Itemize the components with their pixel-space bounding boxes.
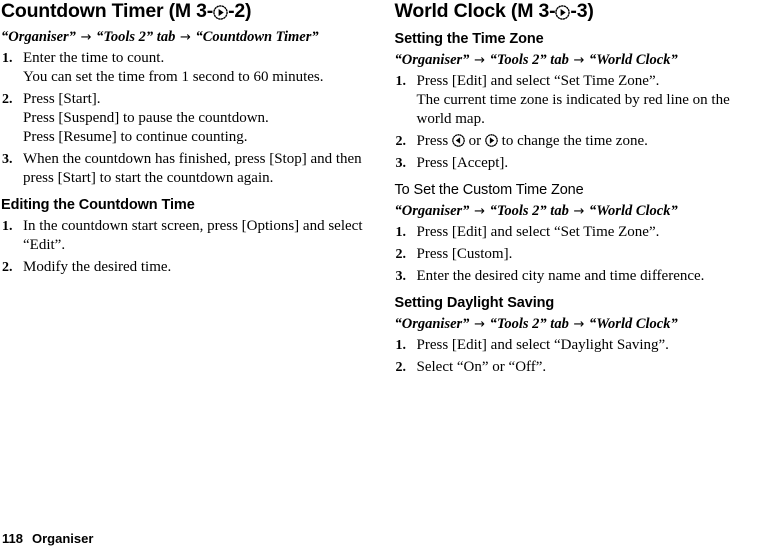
breadcrumb-part-3: “World Clock”	[588, 316, 678, 332]
step-number: 3.	[395, 156, 407, 171]
countdown-timer-steps: 1. Enter the time to count. You can set …	[1, 49, 371, 188]
step-text-after: to change the time zone.	[501, 133, 648, 149]
section-heading-setting-daylight-saving: Setting Daylight Saving	[394, 295, 555, 311]
step-number: 3.	[395, 269, 407, 284]
footer-section-name: Organiser	[31, 531, 94, 546]
step-text: Press [Edit] and select “Set Time Zone”.	[416, 73, 660, 89]
step-text: In the countdown start screen, press [Op…	[23, 218, 363, 253]
manual-page: Countdown Timer (M 3- -2) “Organiser” → …	[0, 0, 764, 552]
breadcrumb-arrow-icon: →	[474, 204, 485, 219]
breadcrumb-part-3: “Countdown Timer”	[195, 29, 319, 45]
breadcrumb-arrow-icon: →	[573, 204, 585, 219]
list-item: 1. Enter the time to count. You can set …	[1, 49, 371, 87]
step-note: The current time zone is indicated by re…	[416, 92, 730, 127]
breadcrumb-part-2: “Tools 2” tab	[489, 203, 569, 219]
breadcrumb-part-2: “Tools 2” tab	[489, 316, 569, 332]
step-text: Press [Accept].	[416, 155, 509, 171]
step-text-before: Press	[416, 133, 449, 149]
list-item: 3. Enter the desired city name and time …	[395, 267, 764, 286]
step-number: 2.	[2, 92, 13, 107]
section-heading-editing-countdown-time: Editing the Countdown Time	[1, 197, 195, 213]
page-title-countdown-timer: Countdown Timer (M 3- -2)	[1, 0, 371, 22]
step-text: When the countdown has finished, press […	[23, 151, 362, 186]
breadcrumb-world-clock-2: “Organiser” → “Tools 2” tab → “World Clo…	[395, 202, 764, 221]
step-number: 2.	[395, 247, 407, 262]
list-item: 2. Press [Custom].	[395, 245, 764, 264]
breadcrumb-world-clock-3: “Organiser” → “Tools 2” tab → “World Clo…	[395, 315, 764, 334]
breadcrumb-part-3: “World Clock”	[588, 203, 678, 219]
breadcrumb-part-1: “Organiser”	[1, 29, 76, 45]
step-text: Press [Edit] and select “Set Time Zone”.	[416, 224, 660, 240]
left-direction-key-icon	[452, 134, 465, 147]
step-note: Press [Suspend] to pause the countdown.	[23, 110, 269, 126]
breadcrumb-part-1: “Organiser”	[394, 52, 470, 68]
setting-time-zone-steps: 1. Press [Edit] and select “Set Time Zon…	[395, 72, 764, 173]
list-item: 2. Modify the desired time.	[1, 258, 371, 277]
page-footer: 118 Organiser	[2, 531, 93, 547]
page-title-suffix: -2)	[228, 0, 252, 22]
step-number: 2.	[395, 360, 407, 375]
two-column-body: Countdown Timer (M 3- -2) “Organiser” → …	[0, 0, 764, 377]
editing-countdown-time-steps: 1. In the countdown start screen, press …	[1, 217, 371, 277]
breadcrumb-arrow-icon: →	[573, 53, 585, 68]
section-heading-setting-the-time-zone: Setting the Time Zone	[394, 31, 544, 47]
breadcrumb-part-2: “Tools 2” tab	[96, 29, 176, 45]
list-item: 1. Press [Edit] and select “Set Time Zon…	[395, 72, 764, 129]
breadcrumb-arrow-icon: →	[474, 317, 485, 332]
step-number: 1.	[395, 225, 407, 240]
step-text: Press [Custom].	[416, 246, 513, 262]
list-item: 1. Press [Edit] and select “Daylight Sav…	[395, 336, 764, 355]
breadcrumb-arrow-icon: →	[474, 53, 485, 68]
footer-page-number: 118	[2, 531, 23, 546]
breadcrumb-part-3: “World Clock”	[588, 52, 678, 68]
list-item: 3. When the countdown has finished, pres…	[1, 150, 371, 188]
list-item: 1. In the countdown start screen, press …	[1, 217, 371, 255]
step-text: Select “On” or “Off”.	[416, 359, 547, 375]
step-text: Press [Start].	[23, 91, 101, 107]
page-title-prefix: World Clock (M 3-	[394, 0, 556, 22]
breadcrumb-part-1: “Organiser”	[394, 316, 470, 332]
list-item: 2. Select “On” or “Off”.	[395, 358, 764, 377]
step-text: Modify the desired time.	[23, 259, 172, 275]
page-title-prefix: Countdown Timer (M 3-	[1, 0, 214, 22]
step-text: Press [Edit] and select “Daylight Saving…	[416, 337, 669, 353]
step-number: 3.	[2, 152, 13, 167]
list-item: 2. Press [Start]. Press [Suspend] to pau…	[1, 90, 371, 147]
breadcrumb-arrow-icon: →	[80, 30, 92, 45]
list-item: 3. Press [Accept].	[395, 154, 764, 173]
breadcrumb-part-1: “Organiser”	[394, 203, 470, 219]
breadcrumb-part-2: “Tools 2” tab	[489, 52, 569, 68]
step-number: 1.	[2, 51, 13, 66]
right-column: World Clock (M 3- -3) Setting the Time Z…	[395, 0, 764, 377]
page-title-suffix: -3)	[570, 0, 594, 22]
custom-time-zone-steps: 1. Press [Edit] and select “Set Time Zon…	[395, 223, 764, 286]
list-item: 1. Press [Edit] and select “Set Time Zon…	[395, 223, 764, 242]
right-direction-key-icon	[555, 4, 571, 20]
step-note: You can set the time from 1 second to 60…	[23, 69, 324, 85]
step-note-secondary: Press [Resume] to continue counting.	[23, 129, 248, 145]
breadcrumb-world-clock-1: “Organiser” → “Tools 2” tab → “World Clo…	[395, 51, 764, 70]
step-text-middle: or	[468, 133, 482, 149]
step-text: Enter the desired city name and time dif…	[416, 268, 705, 284]
left-column: Countdown Timer (M 3- -2) “Organiser” → …	[1, 0, 371, 277]
breadcrumb-arrow-icon: →	[573, 317, 585, 332]
list-item: 2. Press or to change the time zone.	[395, 132, 764, 151]
right-direction-key-icon	[485, 134, 498, 147]
step-text: Press or to change the time zone.	[417, 132, 764, 151]
breadcrumb-countdown-timer: “Organiser” → “Tools 2” tab → “Countdown…	[1, 28, 371, 47]
daylight-saving-steps: 1. Press [Edit] and select “Daylight Sav…	[395, 336, 764, 377]
right-direction-key-icon	[213, 4, 228, 20]
step-number: 2.	[2, 260, 13, 275]
breadcrumb-arrow-icon: →	[179, 30, 191, 45]
step-number: 1.	[2, 219, 13, 234]
step-number: 1.	[395, 338, 407, 353]
step-text: Enter the time to count.	[23, 50, 165, 66]
section-heading-to-set-custom-time-zone: To Set the Custom Time Zone	[394, 182, 584, 198]
step-number: 2.	[395, 134, 407, 149]
page-title-world-clock: World Clock (M 3- -3)	[395, 0, 764, 22]
step-number: 1.	[395, 74, 407, 89]
